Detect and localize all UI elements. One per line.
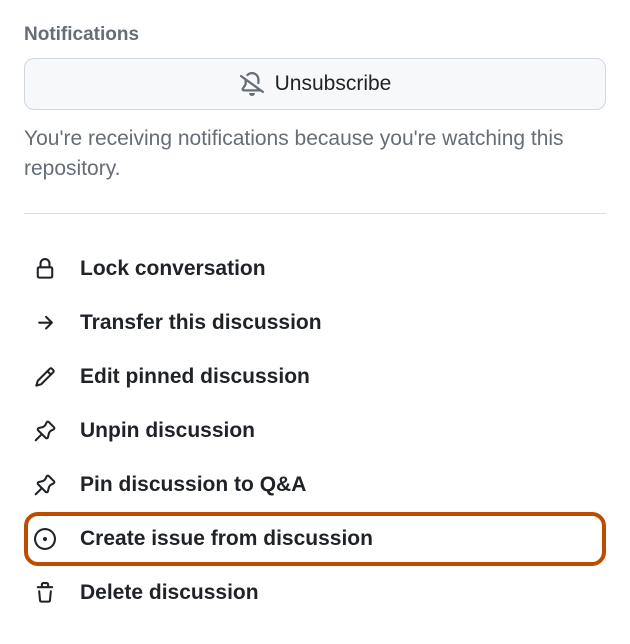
divider [24, 213, 606, 214]
pin-icon [32, 472, 58, 498]
action-label: Delete discussion [80, 581, 259, 605]
lock-icon [32, 256, 58, 282]
unpin-discussion[interactable]: Unpin discussion [24, 404, 606, 458]
pin-icon [32, 418, 58, 444]
bell-slash-icon [239, 71, 265, 97]
pencil-icon [32, 364, 58, 390]
create-issue-from-discussion[interactable]: Create issue from discussion [24, 512, 606, 566]
lock-conversation[interactable]: Lock conversation [24, 242, 606, 296]
notifications-title: Notifications [24, 24, 606, 46]
unsubscribe-button[interactable]: Unsubscribe [24, 58, 606, 110]
issue-opened-icon [32, 526, 58, 552]
action-label: Lock conversation [80, 257, 266, 281]
action-label: Unpin discussion [80, 419, 255, 443]
action-label: Edit pinned discussion [80, 365, 310, 389]
transfer-discussion[interactable]: Transfer this discussion [24, 296, 606, 350]
action-label: Pin discussion to Q&A [80, 473, 306, 497]
arrow-right-icon [32, 310, 58, 336]
trash-icon [32, 580, 58, 606]
actions-list: Lock conversation Transfer this discussi… [24, 242, 606, 620]
unsubscribe-label: Unsubscribe [275, 72, 392, 96]
notifications-notice: You're receiving notifications because y… [24, 124, 606, 185]
pin-discussion-qa[interactable]: Pin discussion to Q&A [24, 458, 606, 512]
action-label: Transfer this discussion [80, 311, 322, 335]
action-label: Create issue from discussion [80, 527, 373, 551]
delete-discussion[interactable]: Delete discussion [24, 566, 606, 620]
edit-pinned-discussion[interactable]: Edit pinned discussion [24, 350, 606, 404]
